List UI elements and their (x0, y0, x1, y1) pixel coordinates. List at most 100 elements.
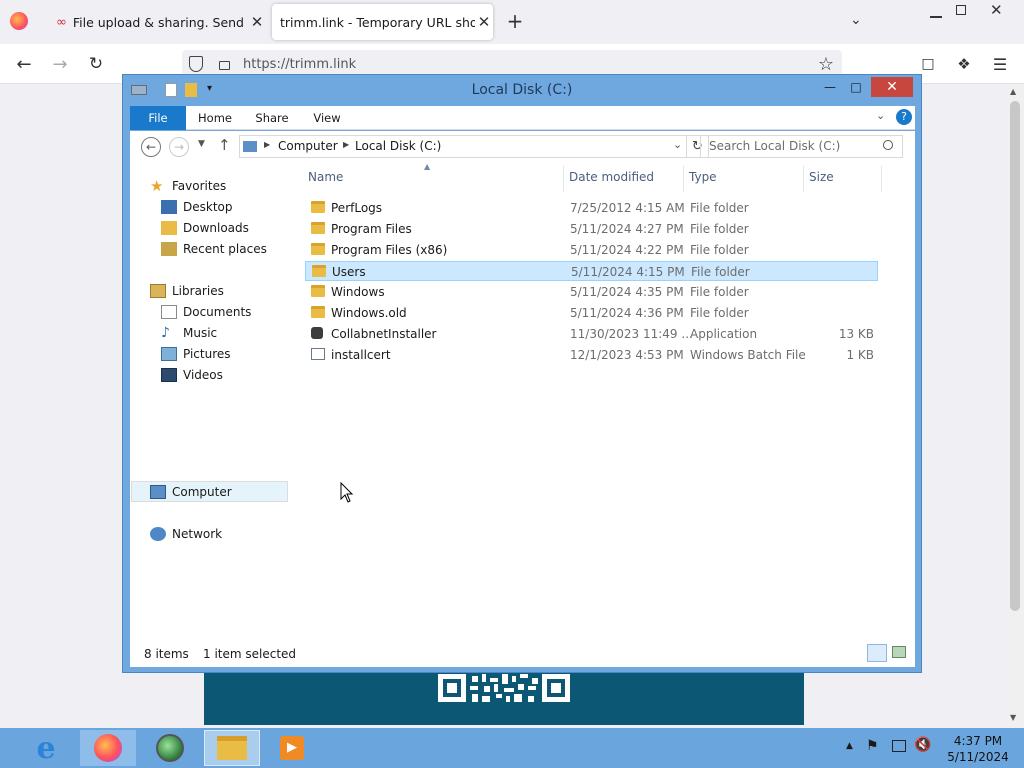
file-date: 12/1/2023 4:53 PM (570, 348, 684, 362)
firefox-view-icon[interactable] (10, 12, 28, 30)
nav-pictures[interactable]: Pictures (161, 344, 231, 364)
tab-close-icon[interactable]: ✕ (475, 13, 493, 31)
tab-file-upload[interactable]: ∞ File upload & sharing. Send large file… (48, 4, 266, 40)
media-player-icon[interactable]: ▶ (264, 730, 320, 766)
expand-ribbon-icon[interactable]: ⌄ (876, 109, 885, 122)
folder-icon (311, 243, 325, 255)
nav-libraries-label: Libraries (172, 284, 224, 298)
libraries-icon (150, 284, 166, 298)
file-row-collabnetinstaller[interactable]: CollabnetInstaller 11/30/2023 11:49 ... Ap… (305, 324, 878, 344)
scrollbar-thumb[interactable] (1010, 101, 1020, 611)
file-row-windows[interactable]: Windows 5/11/2024 4:35 PM File folder (305, 282, 878, 302)
app-menu-icon[interactable]: ☰ (988, 52, 1012, 76)
nav-desktop[interactable]: Desktop (161, 197, 233, 217)
bookmark-star-icon[interactable]: ☆ (814, 52, 838, 76)
scroll-up-arrow-icon[interactable]: ▲ (1010, 87, 1016, 96)
column-divider[interactable] (881, 166, 882, 192)
extensions-icon[interactable]: ❖ (952, 52, 976, 76)
tab-trimm-link[interactable]: trimm.link - Temporary URL shortener ✕ (272, 4, 493, 40)
nav-music-label: Music (183, 326, 218, 340)
file-type: Application (690, 327, 758, 341)
breadcrumb-separator-icon: ▶ (264, 140, 271, 149)
file-explorer-icon[interactable] (204, 730, 260, 766)
file-row-windows-old[interactable]: Windows.old 5/11/2024 4:36 PM File folder (305, 303, 878, 323)
column-header-size[interactable]: Size (809, 170, 834, 184)
file-row-users[interactable]: Users 5/11/2024 4:15 PM File folder (305, 261, 878, 281)
volume-muted-icon[interactable]: 🔇 (914, 737, 931, 753)
nav-music[interactable]: ♪ Music (161, 323, 217, 343)
ribbon-tab-share[interactable]: Share (248, 106, 296, 130)
nav-downloads[interactable]: Downloads (161, 218, 249, 238)
column-divider[interactable] (563, 166, 564, 192)
breadcrumb-local-disk[interactable]: Local Disk (C:) (355, 139, 441, 153)
back-button-icon[interactable]: ← (141, 137, 161, 157)
pocket-icon[interactable]: □ (916, 52, 940, 76)
computer-icon (150, 485, 166, 499)
nav-documents-label: Documents (183, 305, 252, 319)
recent-locations-icon[interactable]: ▼ (198, 139, 205, 149)
nav-videos[interactable]: Videos (161, 365, 223, 385)
explorer-maximize-icon[interactable]: □ (843, 77, 869, 97)
system-clock[interactable]: 4:37 PM 5/11/2024 (938, 733, 1018, 765)
file-row-installcert[interactable]: installcert 12/1/2023 4:53 PM Windows Batc… (305, 345, 878, 365)
back-arrow-icon[interactable]: ← (12, 52, 36, 76)
file-name: Users (332, 265, 366, 279)
internet-explorer-icon[interactable]: e (18, 730, 74, 766)
forward-button-icon[interactable]: → (169, 137, 189, 157)
column-header-type[interactable]: Type (689, 170, 717, 184)
column-header-date-modified[interactable]: Date modified (569, 170, 654, 184)
tracking-protection-shield-icon[interactable] (189, 56, 203, 72)
ribbon-tab-home[interactable]: Home (192, 106, 238, 130)
restore-window-icon[interactable] (956, 5, 966, 15)
network-globe-icon[interactable] (142, 730, 198, 766)
nav-computer-row[interactable]: Computer (150, 482, 232, 502)
nav-recent-places[interactable]: Recent places (161, 239, 267, 259)
address-dropdown-icon[interactable]: ⌄ (673, 138, 682, 151)
explorer-close-button[interactable]: ✕ (871, 77, 913, 97)
list-all-tabs-icon[interactable]: ⌄ (850, 12, 862, 28)
file-row-perflogs[interactable]: PerfLogs 7/25/2012 4:15 AM File folder (305, 198, 878, 218)
explorer-title-bar[interactable]: ▾ Local Disk (C:) — □ ✕ (123, 75, 921, 106)
batch-file-icon (311, 348, 325, 360)
reload-icon[interactable]: ↻ (84, 52, 108, 76)
column-divider[interactable] (683, 166, 684, 192)
forward-arrow-icon[interactable]: → (48, 52, 72, 76)
file-row-program-files[interactable]: Program Files 5/11/2024 4:27 PM File folde… (305, 219, 878, 239)
file-row-program-files-x86[interactable]: Program Files (x86) 5/11/2024 4:22 PM File… (305, 240, 878, 260)
folder-icon (311, 201, 325, 213)
address-row: ← → ▼ ↑ ▶ Computer ▶ Local Disk (C:) ⌄ ↻… (130, 131, 915, 164)
file-list: ▲ Name Date modified Type Size PerfLogs 7… (295, 162, 915, 640)
nav-favorites[interactable]: ★ Favorites (150, 176, 226, 196)
nav-libraries[interactable]: Libraries (150, 281, 224, 301)
page-scrollbar[interactable]: ▲ ▼ (1006, 85, 1024, 725)
firefox-icon[interactable] (80, 730, 136, 766)
window-title: Local Disk (C:) (471, 82, 573, 98)
search-box[interactable]: Search Local Disk (C:) (700, 135, 903, 158)
ribbon-tab-file[interactable]: File (130, 106, 186, 130)
nav-documents[interactable]: Documents (161, 302, 251, 322)
ribbon-tab-view[interactable]: View (304, 106, 350, 130)
firefox-glyph (94, 734, 122, 762)
network-status-icon[interactable] (892, 740, 906, 752)
details-view-icon[interactable] (867, 644, 887, 662)
address-bar[interactable]: ▶ Computer ▶ Local Disk (C:) ⌄ (239, 135, 687, 158)
up-arrow-icon[interactable]: ↑ (218, 136, 231, 154)
large-icons-view-icon[interactable] (892, 646, 906, 658)
videos-icon (161, 368, 177, 382)
show-hidden-icons-icon[interactable]: ▲ (846, 741, 853, 751)
close-window-icon[interactable]: ✕ (990, 1, 1003, 19)
action-center-flag-icon[interactable]: ⚑ (866, 738, 879, 754)
column-divider[interactable] (803, 166, 804, 192)
help-icon[interactable]: ? (896, 109, 912, 125)
sort-ascending-icon: ▲ (424, 162, 431, 171)
minimize-window-icon[interactable] (930, 16, 942, 18)
tab-close-icon[interactable]: ✕ (248, 13, 266, 31)
breadcrumb-computer[interactable]: Computer (278, 139, 338, 153)
file-name: Program Files (331, 222, 412, 236)
nav-network[interactable]: Network (150, 524, 222, 544)
scroll-down-arrow-icon[interactable]: ▼ (1010, 713, 1016, 722)
explorer-minimize-icon[interactable]: — (817, 77, 843, 97)
column-header-name[interactable]: Name (308, 170, 343, 184)
lock-icon[interactable] (219, 61, 230, 70)
new-tab-button[interactable]: + (504, 10, 526, 32)
